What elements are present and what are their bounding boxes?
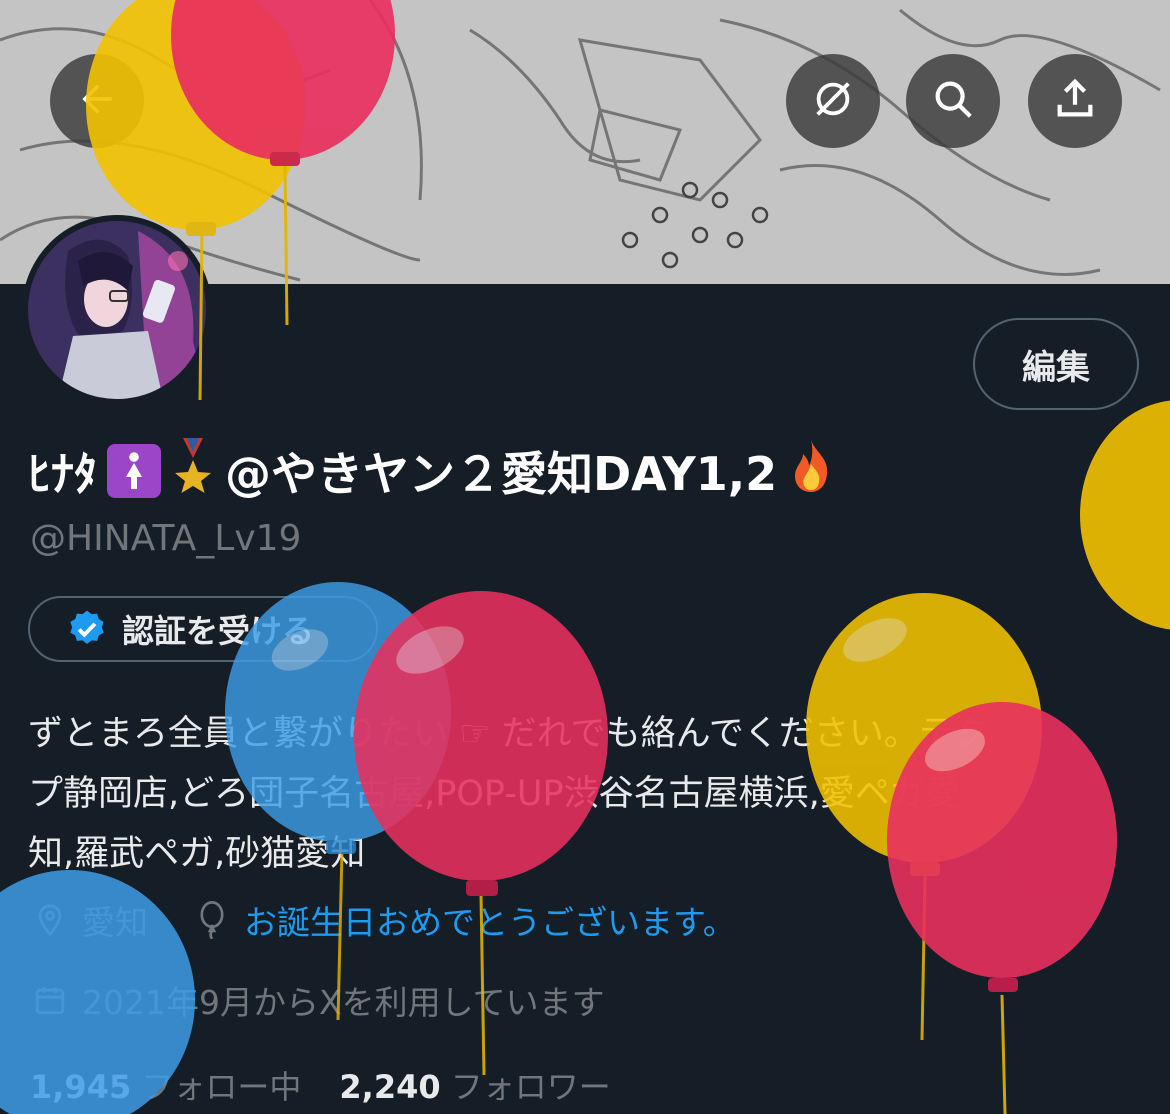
back-button[interactable] — [50, 54, 144, 148]
get-verified-label: 認証を受ける — [122, 612, 315, 650]
followers-count: 2,240 — [339, 1068, 441, 1106]
search-icon — [930, 76, 976, 126]
share-icon — [1052, 76, 1098, 126]
verified-badge-icon — [66, 608, 108, 650]
location-pin-icon — [30, 900, 70, 940]
joined-date: 2021年9月からXを利用しています — [82, 983, 605, 1022]
arrow-left-icon — [75, 77, 119, 125]
share-button[interactable] — [1028, 54, 1122, 148]
display-name-prefix: ﾋﾅﾀ — [28, 447, 97, 501]
profile-bio: ずとまろ全員と繋がりたい ☞ だれでも絡んでください。テク プ静岡店,どろ団子名… — [28, 704, 1138, 884]
joined-row: 2021年9月からXを利用しています — [30, 976, 605, 1024]
follow-stats: 1,945 フォロー中 2,240 フォロワー — [30, 1062, 611, 1108]
calendar-icon — [30, 980, 70, 1020]
search-button[interactable] — [906, 54, 1000, 148]
bio-line-1: ずとまろ全員と繋がりたい ☞ だれでも絡んでください。テク — [28, 714, 989, 754]
edit-profile-button[interactable]: 編集 — [973, 318, 1139, 410]
bio-line-3: 知,羅武ペガ,砂猫愛知 — [28, 834, 366, 874]
profile-location: 愛知 — [82, 903, 148, 942]
medal-icon — [171, 437, 215, 505]
fire-icon — [787, 438, 835, 505]
balloon-yellow-2 — [1080, 400, 1170, 630]
display-name: ﾋﾅﾀ @やきヤン２愛知DAY1,2 — [28, 436, 835, 506]
profile-meta-row: 愛知 お誕生日おめでとうございます。 — [30, 896, 736, 944]
profile-handle: @HINATA_Lv19 — [30, 518, 302, 559]
following-count: 1,945 — [30, 1068, 132, 1106]
bio-line-2: プ静岡店,どろ団子名古屋,POP-UP渋谷名古屋横浜,愛ペガ愛 — [28, 774, 960, 814]
grok-button[interactable] — [786, 54, 880, 148]
following-link[interactable]: 1,945 フォロー中 — [30, 1062, 301, 1108]
restroom-woman-icon — [107, 444, 161, 498]
following-label: フォロー中 — [141, 1068, 302, 1106]
followers-label: フォロワー — [450, 1068, 611, 1106]
followers-link[interactable]: 2,240 フォロワー — [339, 1062, 610, 1108]
grok-icon — [810, 76, 856, 126]
display-name-text: @やきヤン２愛知DAY1,2 — [225, 447, 778, 501]
balloon-icon — [192, 900, 232, 940]
birthday-message[interactable]: お誕生日おめでとうございます。 — [244, 896, 736, 944]
avatar[interactable] — [22, 215, 212, 405]
get-verified-button[interactable]: 認証を受ける — [28, 596, 378, 662]
